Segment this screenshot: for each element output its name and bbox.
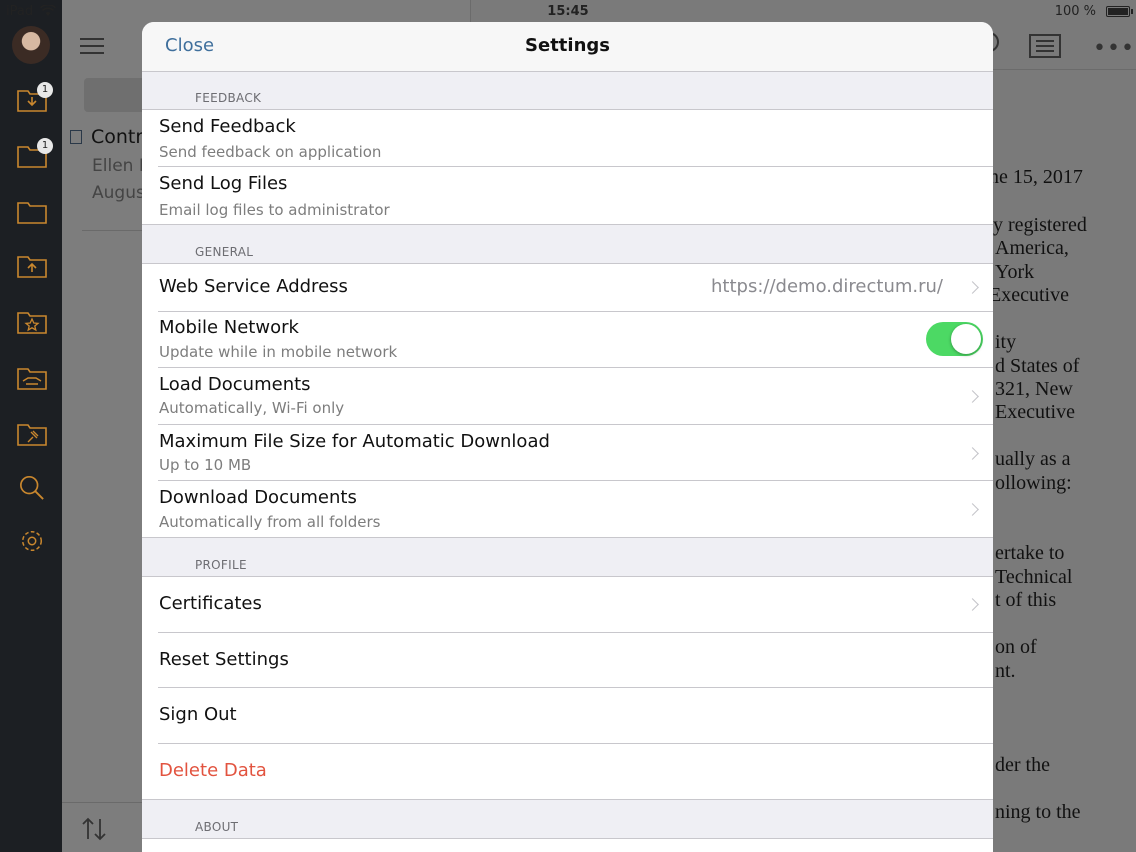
shared-folder-icon[interactable]: [17, 364, 47, 390]
chevron-right-icon: [966, 598, 979, 611]
document-line: t of this: [995, 589, 1057, 611]
send-log-files-subtitle: Email log files to administrator: [159, 201, 390, 219]
reset-settings-label: Reset Settings: [159, 649, 289, 670]
max-file-size-title: Maximum File Size for Automatic Download: [159, 431, 550, 452]
menu-icon[interactable]: [80, 38, 104, 54]
document-line: d States of: [995, 355, 1080, 377]
delete-data-button[interactable]: Delete Data: [142, 744, 993, 800]
document-line: America,: [995, 237, 1069, 259]
more-icon[interactable]: •••: [1093, 36, 1135, 61]
sort-icon[interactable]: [80, 815, 108, 843]
about-row[interactable]: [142, 839, 993, 852]
send-feedback-title: Send Feedback: [159, 116, 296, 137]
document-line: 321, New: [995, 378, 1073, 400]
battery-percent: 100 %: [1054, 4, 1096, 19]
avatar[interactable]: [12, 26, 50, 64]
document-line: on of: [995, 636, 1037, 658]
section-header-about: ABOUT: [195, 820, 239, 834]
status-bar: iPad 15:45 100 %: [0, 0, 1136, 22]
settings-sheet: Close Settings FEEDBACK Send Feedback Se…: [142, 22, 993, 852]
battery-icon: [1106, 6, 1130, 17]
sign-out-label: Sign Out: [159, 704, 237, 725]
send-feedback-subtitle: Send feedback on application: [159, 143, 382, 161]
document-line: nt.: [995, 660, 1016, 682]
chevron-right-icon: [966, 503, 979, 516]
reset-settings-button[interactable]: Reset Settings: [142, 633, 993, 688]
document-line: ne 15, 2017: [989, 166, 1083, 188]
document-line: ually as a: [995, 448, 1071, 470]
download-documents-title: Download Documents: [159, 487, 357, 508]
chevron-right-icon: [966, 447, 979, 460]
web-service-address-title: Web Service Address: [159, 276, 348, 297]
load-documents-title: Load Documents: [159, 374, 311, 395]
document-line: Executive: [995, 401, 1075, 423]
document-line: ertake to: [995, 542, 1065, 564]
max-file-size-subtitle: Up to 10 MB: [159, 456, 252, 474]
certificates-title: Certificates: [159, 593, 262, 614]
load-documents-subtitle: Automatically, Wi-Fi only: [159, 399, 345, 417]
mobile-network-toggle[interactable]: [926, 322, 983, 356]
sheet-navbar: Close Settings: [142, 22, 993, 72]
outbox-folder-icon[interactable]: [17, 252, 47, 278]
folder-icon[interactable]: [17, 198, 47, 224]
document-line: Technical: [995, 566, 1073, 588]
reader-mode-icon[interactable]: [1029, 34, 1061, 58]
document-line: York: [995, 261, 1035, 283]
load-documents-row[interactable]: Load Documents Automatically, Wi-Fi only: [142, 368, 993, 425]
tasks-badge: 1: [37, 138, 53, 154]
gear-icon[interactable]: [17, 528, 47, 554]
document-line: ollowing:: [995, 472, 1072, 494]
document-line: ning to the: [995, 801, 1081, 823]
toggle-knob: [951, 324, 981, 354]
document-line: y registered: [993, 214, 1087, 236]
max-file-size-row[interactable]: Maximum File Size for Automatic Download…: [142, 425, 993, 481]
mobile-network-row: Mobile Network Update while in mobile ne…: [142, 312, 993, 368]
document-line: der the: [995, 754, 1050, 776]
document-date: Augus: [92, 183, 145, 203]
document-icon: [70, 130, 82, 144]
section-header-feedback: FEEDBACK: [195, 91, 262, 105]
section-header-general: GENERAL: [195, 245, 254, 259]
mobile-network-subtitle: Update while in mobile network: [159, 343, 398, 361]
section-header-profile: PROFILE: [195, 558, 247, 572]
sign-out-button[interactable]: Sign Out: [142, 688, 993, 744]
document-line: Executive: [989, 284, 1069, 306]
send-log-files-row[interactable]: Send Log Files Email log files to admini…: [142, 167, 993, 225]
certificates-row[interactable]: Certificates: [142, 577, 993, 633]
search-icon[interactable]: [17, 474, 47, 500]
pinned-folder-icon[interactable]: [17, 420, 47, 446]
send-feedback-row[interactable]: Send Feedback Send feedback on applicati…: [142, 110, 993, 167]
navigation-rail: 1 1: [0, 0, 62, 852]
web-service-address-row[interactable]: Web Service Address https://demo.directu…: [142, 264, 993, 312]
page-title: Settings: [525, 35, 610, 56]
chevron-right-icon: [966, 390, 979, 403]
download-documents-row[interactable]: Download Documents Automatically from al…: [142, 481, 993, 538]
send-log-files-title: Send Log Files: [159, 173, 288, 194]
document-line: ity: [995, 331, 1017, 353]
web-service-address-value: https://demo.directum.ru/: [711, 276, 943, 297]
mobile-network-title: Mobile Network: [159, 317, 299, 338]
chevron-right-icon: [966, 281, 979, 294]
delete-data-label: Delete Data: [159, 760, 267, 781]
download-documents-subtitle: Automatically from all folders: [159, 513, 381, 531]
favorites-folder-icon[interactable]: [17, 308, 47, 334]
inbox-badge: 1: [37, 82, 53, 98]
status-time: 15:45: [547, 4, 589, 19]
